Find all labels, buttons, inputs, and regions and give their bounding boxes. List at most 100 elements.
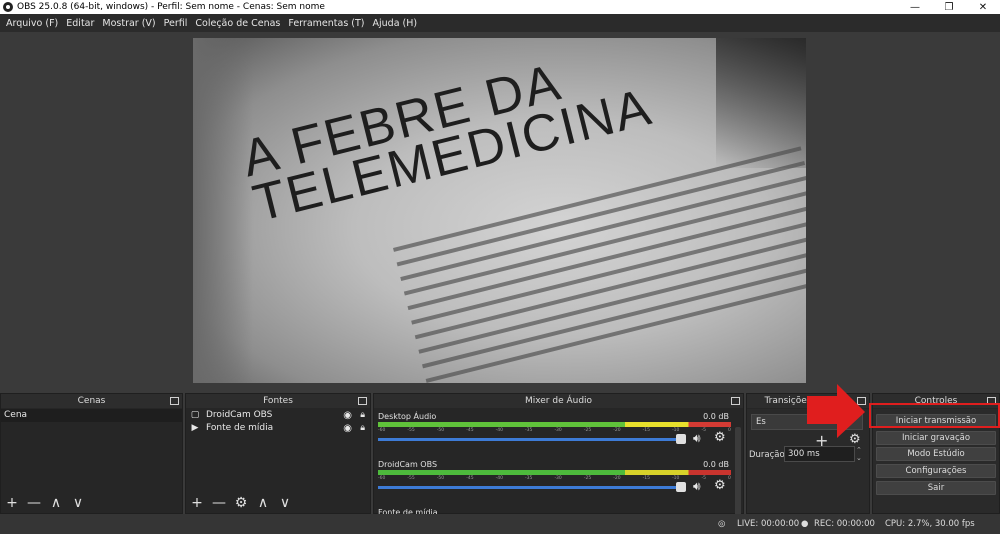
scenes-toolbar: + — ∧ ∨: [1, 493, 182, 513]
tick-label: -40: [495, 476, 503, 481]
tick-label: -60: [378, 428, 386, 433]
broadcast-icon: ◎: [718, 519, 726, 529]
exit-button[interactable]: Sair: [876, 481, 996, 495]
preview-shade: [193, 38, 253, 383]
minimize-button[interactable]: —: [898, 2, 932, 13]
red-arrow-annotation: [807, 384, 865, 438]
menu-ajuda[interactable]: Ajuda (H): [369, 18, 422, 29]
scenes-dock: Cenas Cena + — ∧ ∨: [0, 393, 183, 514]
speaker-icon[interactable]: 🔊︎: [693, 479, 701, 494]
scene-item[interactable]: Cena: [1, 409, 182, 422]
preview-canvas[interactable]: A FEBRE DA TELEMEDICINA: [193, 38, 806, 383]
gear-icon[interactable]: ⚙: [714, 430, 726, 445]
source-label: Fonte de mídia: [206, 423, 274, 433]
speaker-icon[interactable]: 🔊︎: [693, 431, 701, 446]
menu-editar[interactable]: Editar: [62, 18, 98, 29]
move-source-down-button[interactable]: ∨: [278, 495, 292, 511]
tick-label: -15: [642, 428, 651, 433]
monitor-icon: ▢: [190, 410, 200, 420]
window-title: OBS 25.0.8 (64-bit, windows) - Perfil: S…: [17, 2, 325, 12]
gear-icon[interactable]: ⚙: [714, 478, 726, 493]
highlight-box-annotation: [869, 403, 1000, 428]
visibility-eye-icon[interactable]: ◉: [343, 409, 352, 422]
add-scene-button[interactable]: +: [5, 495, 19, 511]
move-source-up-button[interactable]: ∧: [256, 495, 270, 511]
mixer-channel: Desktop Áudio 0.0 dB -60 -55 -50 -45 -40 -35-…: [374, 409, 743, 457]
lock-icon[interactable]: 🔒︎: [360, 409, 365, 422]
tick-label: -35: [525, 428, 533, 433]
audio-mixer-dock: Mixer de Áudio Desktop Áudio 0.0 dB -60 -…: [373, 393, 744, 522]
source-item[interactable]: ▢ DroidCam OBS ◉ 🔒︎: [186, 409, 370, 422]
tick-label: -55: [407, 476, 415, 481]
source-item[interactable]: ▶ Fonte de mídia ◉ 🔒︎: [186, 422, 370, 435]
move-scene-down-button[interactable]: ∨: [71, 495, 85, 511]
tick-label: -45: [466, 428, 474, 433]
undock-icon[interactable]: [358, 397, 367, 405]
menu-mostrar[interactable]: Mostrar (V): [98, 18, 159, 29]
source-label: DroidCam OBS: [206, 410, 273, 420]
channel-name: DroidCam OBS: [378, 460, 438, 469]
play-icon: ▶: [191, 423, 199, 433]
menu-ferramentas[interactable]: Ferramentas (T): [284, 18, 368, 29]
cpu-status: CPU: 2.7%, 30.00 fps: [885, 519, 975, 529]
undock-icon[interactable]: [170, 397, 179, 405]
tick-label: -25: [583, 428, 592, 433]
mixer-channels: Desktop Áudio 0.0 dB -60 -55 -50 -45 -40 -35-…: [374, 409, 743, 522]
menu-arquivo[interactable]: Arquivo (F): [2, 18, 62, 29]
mixer-channel: DroidCam OBS 0.0 dB -60 -55 -50 -45 -40 -35 -3…: [374, 457, 743, 505]
move-scene-up-button[interactable]: ∧: [49, 495, 63, 511]
duration-input[interactable]: 300 ms: [784, 446, 855, 462]
channel-db: 0.0 dB: [703, 460, 729, 469]
status-bar: ◎ LIVE: 00:00:00 ● REC: 00:00:00 CPU: 2.…: [0, 514, 1000, 534]
record-dot-icon: ●: [801, 519, 809, 529]
channel-db: 0.0 dB: [703, 412, 729, 421]
visibility-eye-icon[interactable]: ◉: [343, 422, 352, 435]
menu-colecao-de-cenas[interactable]: Coleção de Cenas: [191, 18, 284, 29]
volume-meter: [378, 470, 731, 475]
volume-slider-track[interactable]: [378, 486, 678, 489]
channel-name: Desktop Áudio: [378, 412, 437, 421]
tick-label: -5: [701, 428, 706, 433]
tick-label: 0: [728, 428, 731, 433]
undock-icon[interactable]: [731, 397, 740, 405]
duration-spinner-icon[interactable]: ⌃ ⌄: [856, 446, 862, 462]
volume-slider-handle[interactable]: [676, 434, 686, 444]
duration-label: Duração: [749, 450, 785, 460]
mixer-scrollbar[interactable]: [735, 427, 741, 522]
tick-label: -50: [436, 428, 445, 433]
start-recording-button[interactable]: Iniciar gravação: [876, 431, 996, 445]
mixer-dock-title: Mixer de Áudio: [374, 394, 743, 409]
sources-dock: Fontes ▢ DroidCam OBS ◉ 🔒︎ ▶ Fonte de mí…: [185, 393, 371, 514]
lock-icon[interactable]: 🔒︎: [360, 422, 365, 435]
tick-label: -35: [525, 476, 533, 481]
tick-label: -30: [554, 476, 562, 481]
tick-label: -20: [613, 476, 621, 481]
rec-status: REC: 00:00:00: [814, 519, 875, 529]
title-bar: OBS 25.0.8 (64-bit, windows) - Perfil: S…: [0, 0, 1000, 14]
maximize-button[interactable]: ❐: [932, 2, 966, 13]
live-status: LIVE: 00:00:00: [737, 519, 800, 529]
menu-bar: Arquivo (F) Editar Mostrar (V) Perfil Co…: [0, 14, 1000, 32]
tick-label: -15: [642, 476, 651, 481]
tick-label: -5: [701, 476, 706, 481]
studio-mode-button[interactable]: Modo Estúdio: [876, 447, 996, 461]
remove-scene-button[interactable]: —: [27, 495, 41, 511]
volume-meter: [378, 422, 731, 427]
close-button[interactable]: ✕: [966, 2, 1000, 13]
menu-perfil[interactable]: Perfil: [160, 18, 192, 29]
volume-slider-track[interactable]: [378, 438, 678, 441]
sources-title: Fontes: [263, 396, 293, 406]
mixer-title: Mixer de Áudio: [524, 396, 593, 406]
tick-label: -25: [583, 476, 592, 481]
settings-button[interactable]: Configurações: [876, 464, 996, 478]
volume-slider-handle[interactable]: [676, 482, 686, 492]
source-properties-gear-icon[interactable]: ⚙: [234, 495, 248, 511]
remove-source-button[interactable]: —: [212, 495, 226, 511]
preview-area: A FEBRE DA TELEMEDICINA: [0, 32, 1000, 390]
scenes-list: Cena + — ∧ ∨: [1, 409, 182, 513]
add-source-button[interactable]: +: [190, 495, 204, 511]
sources-list: ▢ DroidCam OBS ◉ 🔒︎ ▶ Fonte de mídia ◉ 🔒…: [186, 409, 370, 513]
scenes-title: Cenas: [77, 396, 106, 406]
tick-label: -60: [378, 476, 386, 481]
tick-label: -20: [613, 428, 621, 433]
